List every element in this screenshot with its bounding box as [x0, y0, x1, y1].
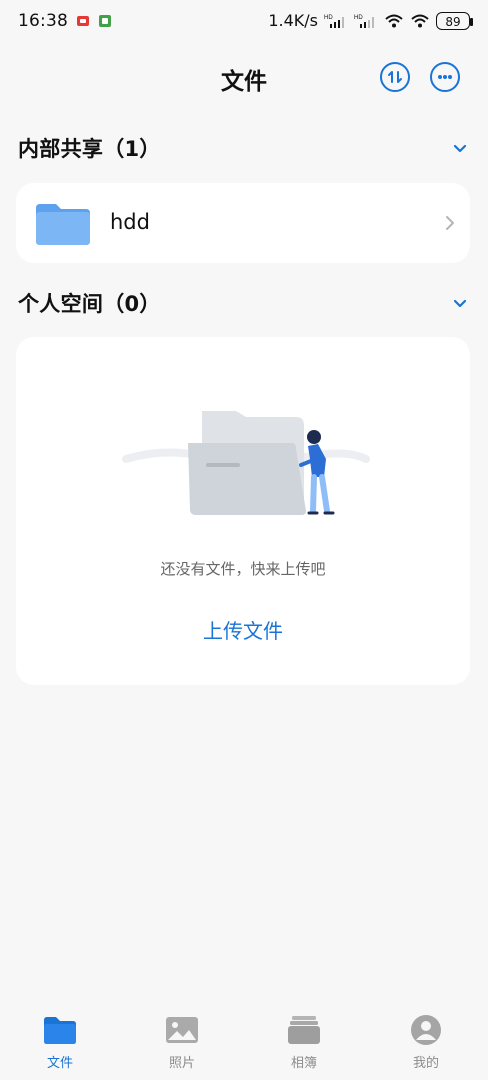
empty-state-text: 还没有文件，快来上传吧	[160, 560, 326, 578]
status-time: 16:38	[18, 11, 68, 31]
profile-icon	[411, 1015, 441, 1045]
signal-1-icon: HD	[324, 15, 344, 28]
nav-label: 我的	[412, 1056, 439, 1071]
battery-level: 89	[445, 14, 461, 29]
nav-albums[interactable]: 相簿	[264, 1004, 344, 1080]
transfer-button[interactable]	[380, 62, 410, 92]
nav-label: 相簿	[290, 1056, 317, 1071]
nav-files[interactable]: 文件	[20, 1004, 100, 1080]
personal-space-card: 还没有文件，快来上传吧 上传文件	[16, 337, 470, 685]
chevron-right-icon	[446, 216, 454, 230]
chevron-down-icon[interactable]	[450, 138, 470, 158]
upload-file-button[interactable]: 上传文件	[16, 615, 470, 644]
bottom-navigation: 文件 照片 相簿 我的	[0, 998, 488, 1080]
battery-indicator: 89	[436, 11, 473, 30]
video-notification-icon	[77, 16, 89, 26]
folder-row[interactable]: hdd	[16, 183, 470, 263]
wifi-1-icon	[385, 14, 403, 27]
nav-label: 文件	[46, 1056, 73, 1071]
wifi-2-icon	[411, 14, 429, 27]
more-button[interactable]	[430, 62, 460, 92]
album-icon	[288, 1016, 320, 1044]
status-bar: 16:38 1.4K/s HD HD 89	[0, 0, 488, 44]
svg-text:HD: HD	[324, 15, 333, 21]
nav-photos[interactable]: 照片	[142, 1004, 222, 1080]
status-left: 16:38	[18, 11, 112, 31]
empty-folder-illustration	[122, 411, 370, 515]
folder-icon	[44, 1017, 76, 1044]
folder-name: hdd	[110, 210, 150, 234]
page-title: 文件	[221, 69, 267, 95]
internal-share-title: 内部共享（1）	[18, 137, 161, 161]
network-speed: 1.4K/s	[268, 11, 318, 30]
signal-2-icon: HD	[354, 15, 374, 28]
nav-label: 照片	[168, 1056, 195, 1071]
nav-profile[interactable]: 我的	[386, 1004, 466, 1080]
transfer-icon	[388, 71, 402, 83]
internal-share-card: hdd	[16, 183, 470, 263]
internal-share-section-header[interactable]: 内部共享（1）	[18, 130, 470, 166]
personal-space-section-header[interactable]: 个人空间（0）	[18, 285, 470, 321]
header: 文件	[0, 48, 488, 106]
svg-text:HD: HD	[354, 15, 363, 21]
chevron-down-icon[interactable]	[450, 293, 470, 313]
personal-space-title: 个人空间（0）	[18, 292, 161, 316]
status-right: 1.4K/s HD HD 89	[268, 11, 473, 30]
more-icon	[438, 75, 452, 79]
photo-icon	[166, 1017, 198, 1043]
folder-icon	[36, 204, 90, 245]
app-notification-icon	[99, 15, 111, 27]
